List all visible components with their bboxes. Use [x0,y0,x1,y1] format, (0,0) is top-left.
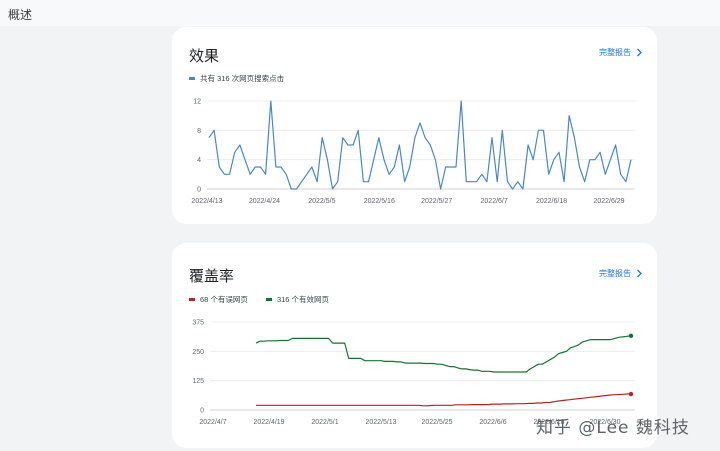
x-tick-label: 2022/6/6 [479,419,506,426]
x-tick-label: 2022/6/18 [536,198,567,205]
x-tick-label: 2022/4/7 [199,419,226,426]
legend-swatch [189,298,195,301]
x-tick-label: 2022/5/5 [308,198,335,205]
page-title: 概述 [8,8,33,22]
performance-card: 效果 完整报告 共有 316 次网页搜索点击 0 4 8 12 2022/4/13 202… [172,27,657,224]
coverage-legend-item[interactable]: 68 个有误网页 [189,294,248,305]
x-tick-label: 2022/6/7 [481,198,508,205]
series-line [255,335,632,373]
y-tick-label: 0 [197,187,201,194]
coverage-full-report-link[interactable]: 完整报告 [599,268,643,279]
performance-chart: 0 4 8 12 2022/4/13 2022/4/24 2022/5/5 2022/5/16… [191,99,635,205]
y-tick-label: 375 [192,320,204,327]
chevron-right-icon[interactable] [636,269,643,278]
coverage-full-report-label[interactable]: 完整报告 [599,268,631,279]
y-tick-label: 125 [192,378,204,385]
performance-legend-item[interactable]: 共有 316 次网页搜索点击 [189,73,284,84]
x-tick-label: 2022/5/13 [365,419,396,426]
y-tick-label: 0 [200,408,204,415]
series-line [208,100,632,190]
x-tick-label: 2022/4/13 [191,198,222,205]
x-tick-label: 2022/6/29 [593,198,624,205]
x-tick-label: 2022/4/24 [249,198,280,205]
series-line [256,393,631,407]
x-tick-label: 2022/5/27 [421,198,452,205]
x-tick-label: 2022/5/25 [421,419,452,426]
x-tick-label: 2022/5/16 [364,198,395,205]
coverage-title: 覆盖率 [189,268,235,285]
watermark-text: 知乎 @Lee 魏科技 [536,418,690,438]
coverage-legend-item[interactable]: 316 个有效网页 [265,294,330,305]
y-tick-label: 12 [193,99,201,106]
performance-full-report-link[interactable]: 完整报告 [599,47,643,58]
legend-label: 316 个有效网页 [276,295,330,304]
legend-label: 68 个有误网页 [200,295,248,304]
top-bar: 概述 [0,0,720,26]
y-tick-label: 8 [197,128,201,135]
chevron-right-icon[interactable] [636,48,643,57]
legend-swatch [265,298,272,301]
series-end-point [628,333,634,339]
series-end-point [628,391,634,397]
x-tick-label: 2022/5/1 [311,419,338,426]
performance-legend: 共有 316 次网页搜索点击 [189,73,284,84]
performance-title: 效果 [189,48,220,65]
y-tick-label: 4 [197,157,201,164]
legend-swatch [189,77,195,80]
x-tick-label: 2022/4/19 [253,419,284,426]
y-tick-label: 250 [192,349,204,356]
coverage-legend: 68 个有误网页 316 个有效网页 [189,294,329,305]
legend-label: 共有 316 次网页搜索点击 [200,74,285,83]
performance-full-report-label[interactable]: 完整报告 [599,47,631,58]
